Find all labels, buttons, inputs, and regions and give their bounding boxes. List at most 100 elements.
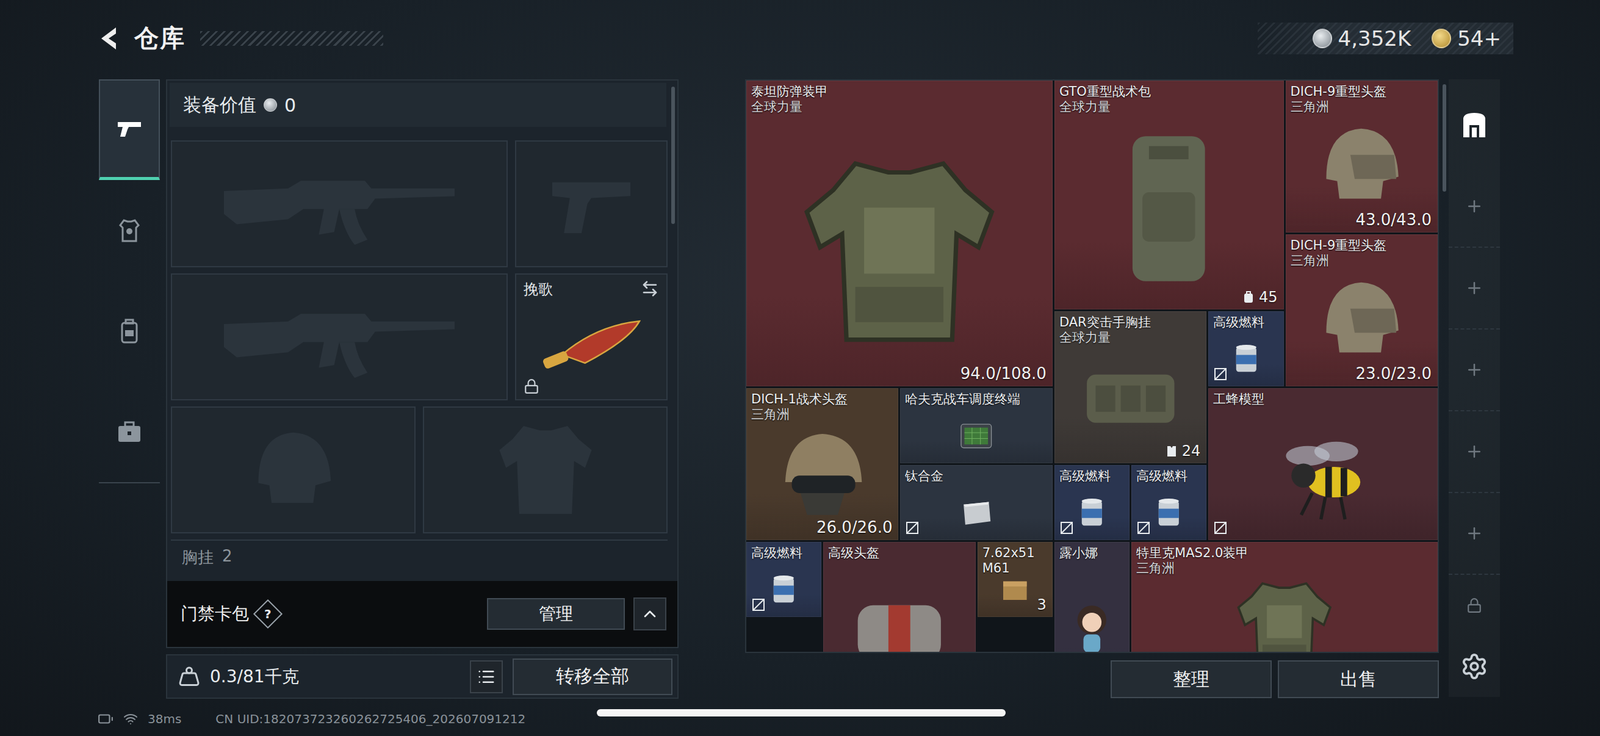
inventory-item[interactable]: 高级燃料 (1208, 311, 1284, 387)
side-tab[interactable] (98, 180, 160, 281)
rifle-icon (211, 284, 468, 389)
chest-rig-value: 2 (222, 546, 233, 569)
currency-amount: 54+ (1457, 26, 1502, 51)
action-button[interactable]: 整理 (1110, 660, 1272, 699)
currency-item[interactable]: 54+ (1431, 26, 1502, 51)
no-sell-badge (904, 520, 920, 536)
plus-icon[interactable] (1465, 442, 1484, 461)
weapon-slot[interactable] (515, 140, 668, 268)
warehouse-tab[interactable] (1448, 84, 1500, 166)
title-group: 仓库 (97, 21, 384, 55)
chest-rig-row[interactable]: 胸挂 2 (170, 539, 668, 575)
inventory-item[interactable]: 露小娜 (1054, 541, 1130, 653)
fuel-icon (1061, 491, 1123, 534)
plus-icon[interactable] (1465, 197, 1484, 216)
item-name: 高级燃料 (1059, 468, 1125, 484)
item-durability: 94.0/108.0 (960, 364, 1047, 383)
no-sell-icon (1059, 520, 1074, 536)
helmet-icon (238, 414, 349, 525)
inventory-item[interactable]: 特里克MAS2.0装甲三角洲 (1131, 541, 1438, 653)
warehouse-actions: 整理出售 (745, 660, 1439, 699)
chest-rig-label: 胸挂 (181, 546, 214, 569)
back-icon[interactable] (97, 25, 125, 52)
lock-corner (523, 378, 540, 395)
list-button[interactable] (469, 660, 503, 694)
armor-icon (776, 141, 1023, 362)
help-badge[interactable]: ? (253, 599, 283, 629)
gear-slot[interactable] (170, 406, 416, 534)
inventory-item[interactable]: DAR突击手胸挂全球力量24 (1054, 311, 1207, 464)
inventory-item[interactable]: 高级燃料 (1131, 464, 1207, 541)
scrollbar[interactable] (671, 86, 675, 224)
currency-item[interactable]: 4,352K (1312, 26, 1412, 51)
swap-corner[interactable] (640, 279, 660, 298)
inventory-item[interactable]: DICH-9重型头盔三角洲43.0/43.0 (1285, 80, 1438, 233)
plus-icon[interactable] (1465, 524, 1484, 543)
side-tab[interactable] (98, 381, 160, 483)
bee-icon (1231, 418, 1416, 528)
case-icon (115, 419, 143, 445)
transfer-all-button[interactable]: 转移全部 (512, 658, 673, 696)
plus-icon[interactable] (1465, 278, 1484, 298)
inventory-item[interactable]: DICH-1战术头盔三角洲26.0/26.0 (746, 388, 899, 541)
swap-icon[interactable] (640, 279, 660, 298)
warehouse-screen: 仓库4,352K54+装备价值0挽歌胸挂2门禁卡包?管理0.3/81千克转移全部… (0, 0, 1600, 736)
inventory-item[interactable]: 7.62x51 M613 (977, 541, 1053, 617)
status-bar: 38msCN UID:182073723260262725406_2026070… (0, 701, 1600, 736)
inventory-item[interactable]: 高级燃料 (746, 541, 822, 617)
pistol-icon (542, 164, 641, 243)
item-faction: 三角洲 (1136, 560, 1433, 577)
tacticalHelmet-icon (761, 418, 884, 528)
inventory-item[interactable]: DICH-9重型头盔三角洲23.0/23.0 (1285, 234, 1438, 387)
expand-button[interactable] (633, 597, 667, 631)
bag-icon (838, 572, 961, 653)
item-art (1300, 264, 1423, 375)
item-art (915, 491, 1038, 534)
weapon-slot[interactable] (170, 273, 508, 401)
card-pack-bar: 门禁卡包?管理 (167, 580, 678, 647)
item-faction: 三角洲 (1290, 99, 1433, 115)
rifle-icon (211, 151, 468, 256)
weapon-slot[interactable] (170, 140, 508, 268)
warehouse-tab[interactable] (1448, 574, 1500, 636)
inventory-item[interactable]: 工蜂模型 (1208, 388, 1438, 541)
grid-scrollbar[interactable] (1442, 84, 1447, 192)
top-bar: 仓库 4,352K 54+ (0, 0, 1600, 77)
action-button[interactable]: 出售 (1277, 660, 1439, 699)
wifi-icon (123, 711, 138, 727)
item-count: 3 (1037, 596, 1047, 614)
item-name: 特里克MAS2.0装甲三角洲 (1136, 545, 1433, 577)
item-art (1300, 111, 1423, 221)
inventory-item[interactable]: 钛合金 (900, 464, 1053, 541)
gear-slot[interactable] (422, 406, 668, 534)
manage-button[interactable]: 管理 (486, 598, 625, 630)
chevron-icon[interactable] (640, 604, 660, 624)
warehouse-tab[interactable] (1448, 329, 1500, 412)
list-icon[interactable] (477, 667, 496, 686)
warehouse-tab[interactable] (1448, 411, 1500, 494)
inventory-item[interactable]: 泰坦防弹装甲全球力量94.0/108.0 (746, 80, 1053, 387)
weapon-slot[interactable]: 挽歌 (515, 273, 668, 401)
no-sell-badge (1213, 366, 1228, 382)
warehouse-tab[interactable] (1448, 493, 1500, 575)
main-area: 装备价值0挽歌胸挂2门禁卡包?管理0.3/81千克转移全部泰坦防弹装甲全球力量9… (0, 76, 1600, 702)
inventory-grid: 泰坦防弹装甲全球力量94.0/108.0GTO重型战术包全球力量45DICH-9… (745, 79, 1439, 653)
inventory-item[interactable]: 高级燃料 (1054, 464, 1130, 541)
inventory-item[interactable]: 高级头盔 (823, 541, 976, 653)
item-name: DICH-9重型头盔三角洲 (1290, 84, 1433, 115)
side-tab[interactable] (98, 79, 160, 181)
item-art (915, 414, 1038, 458)
settings-button[interactable] (1448, 635, 1500, 697)
rig-icon (1069, 341, 1192, 451)
warehouse-tab[interactable] (1448, 165, 1500, 248)
home-indicator[interactable] (596, 709, 1006, 717)
inventory-item[interactable]: 哈夫克战车调度终端 (900, 388, 1053, 464)
side-tabs (98, 79, 160, 484)
gear-icon[interactable] (1460, 652, 1489, 681)
warehouse-tab[interactable] (1448, 247, 1500, 330)
plus-icon[interactable] (1465, 360, 1484, 379)
item-faction: 三角洲 (751, 407, 894, 423)
inventory-item[interactable]: GTO重型战术包全球力量45 (1054, 80, 1284, 310)
no-sell-badge (1059, 520, 1074, 536)
side-tab[interactable] (98, 280, 160, 382)
